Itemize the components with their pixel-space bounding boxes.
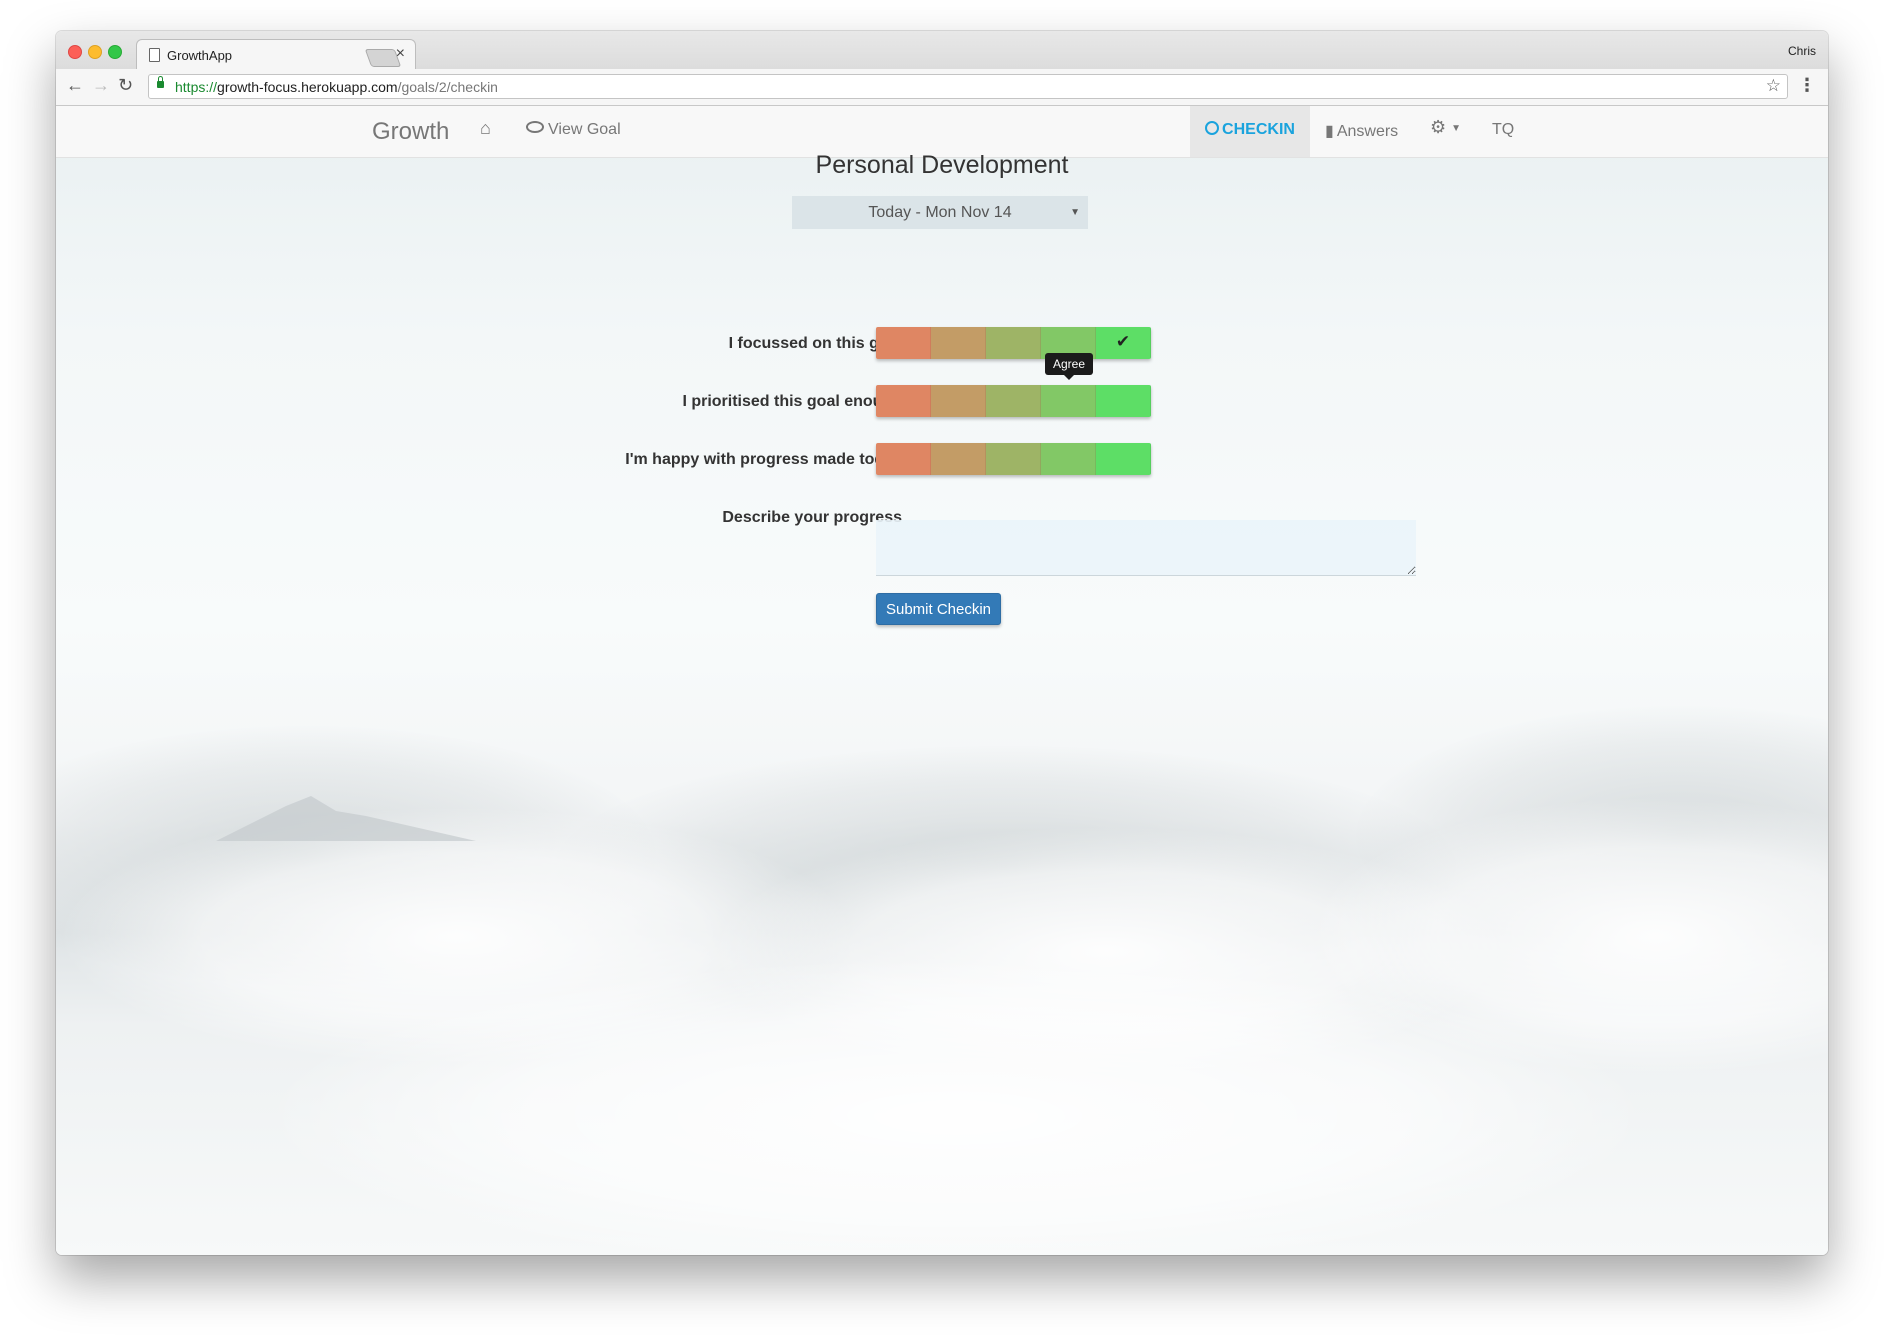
reload-icon[interactable]: ↻	[118, 75, 133, 96]
question-label: I prioritised this goal enough	[682, 393, 902, 410]
title-bar: GrowthApp × Chris	[56, 31, 1828, 69]
rating-option-1[interactable]	[876, 327, 931, 359]
chevron-down-icon: ▼	[1451, 123, 1462, 134]
chevron-down-icon: ▼	[1070, 207, 1080, 218]
date-select[interactable]: Today - Mon Nov 14 ▼	[792, 196, 1088, 229]
clock-icon	[1205, 121, 1220, 135]
forward-icon[interactable]: →	[92, 75, 110, 96]
profile-name[interactable]: Chris	[1788, 44, 1816, 58]
rating-option-3[interactable]	[986, 443, 1041, 475]
describe-label: Describe your progress	[722, 509, 902, 526]
url-scheme: https://	[175, 79, 218, 95]
mountain-peak	[216, 796, 476, 841]
rating-option-5[interactable]	[1096, 443, 1151, 475]
new-tab-button[interactable]	[364, 49, 402, 67]
rating-option-5[interactable]	[1096, 385, 1151, 417]
browser-toolbar: ← → ↻ https://growth-focus.herokuapp.com…	[56, 69, 1828, 106]
back-icon[interactable]: ←	[66, 75, 84, 96]
nav-answers-label: Answers	[1336, 123, 1399, 140]
date-select-value: Today - Mon Nov 14	[868, 204, 1012, 221]
nav-checkin-label: CHECKIN	[1222, 121, 1295, 138]
page-icon	[149, 48, 160, 62]
settings-dropdown[interactable]: ⚙ ▼	[1430, 117, 1461, 138]
url-text[interactable]: https://growth-focus.herokuapp.com/goals…	[175, 79, 498, 95]
rating-scale	[876, 385, 1151, 417]
question-label: I focussed on this goal	[728, 335, 902, 352]
url-host: growth-focus.herokuapp.com	[217, 79, 398, 95]
tab-title: GrowthApp	[167, 48, 233, 63]
address-bar[interactable]: https://growth-focus.herokuapp.com/goals…	[148, 74, 1788, 99]
rating-option-4[interactable]	[1041, 385, 1096, 417]
nav-checkin[interactable]: CHECKIN	[1190, 106, 1310, 157]
rating-tooltip: Agree	[1045, 353, 1093, 380]
maximize-window-button[interactable]	[108, 45, 122, 59]
lock-icon	[157, 76, 164, 88]
rating-option-3[interactable]	[986, 385, 1041, 417]
rating-option-4[interactable]	[1041, 443, 1096, 475]
goal-title: Personal Development	[815, 151, 1069, 179]
rating-option-2[interactable]	[931, 443, 986, 475]
page-content: Growth ⌂ View Goal CHECKIN ▮ Answers ⚙ ▼ …	[56, 106, 1828, 1255]
rating-option-5[interactable]: ✔	[1096, 327, 1151, 359]
browser-window: GrowthApp × Chris ← → ↻ https://growth-f…	[56, 31, 1828, 1255]
nav-tq[interactable]: TQ	[1492, 121, 1514, 139]
rating-option-1[interactable]	[876, 443, 931, 475]
home-icon[interactable]: ⌂	[480, 118, 491, 139]
check-icon: ✔	[1115, 332, 1131, 351]
rating-scale: ✔	[876, 327, 1151, 359]
question-label: I'm happy with progress made today	[625, 451, 902, 468]
cloud-shape	[256, 956, 1656, 1255]
rating-option-1[interactable]	[876, 385, 931, 417]
rating-option-3[interactable]	[986, 327, 1041, 359]
nav-answers[interactable]: ▮ Answers	[1325, 121, 1398, 141]
minimize-window-button[interactable]	[88, 45, 102, 59]
bar-chart-icon: ▮	[1325, 123, 1334, 140]
eye-icon	[526, 121, 544, 133]
close-window-button[interactable]	[68, 45, 82, 59]
rating-option-2[interactable]	[931, 385, 986, 417]
nav-view-goal[interactable]: View Goal	[526, 121, 621, 139]
url-path: /goals/2/checkin	[397, 79, 498, 95]
progress-textarea[interactable]	[876, 520, 1416, 576]
rating-scale	[876, 443, 1151, 475]
star-icon[interactable]: ☆	[1766, 76, 1781, 96]
nav-view-goal-label: View Goal	[548, 121, 621, 138]
submit-checkin-button[interactable]: Submit Checkin	[876, 593, 1001, 625]
rating-option-2[interactable]	[931, 327, 986, 359]
brand-link[interactable]: Growth	[372, 118, 449, 146]
menu-icon[interactable]: ⋮	[1798, 75, 1816, 96]
gear-icon: ⚙	[1430, 117, 1447, 137]
